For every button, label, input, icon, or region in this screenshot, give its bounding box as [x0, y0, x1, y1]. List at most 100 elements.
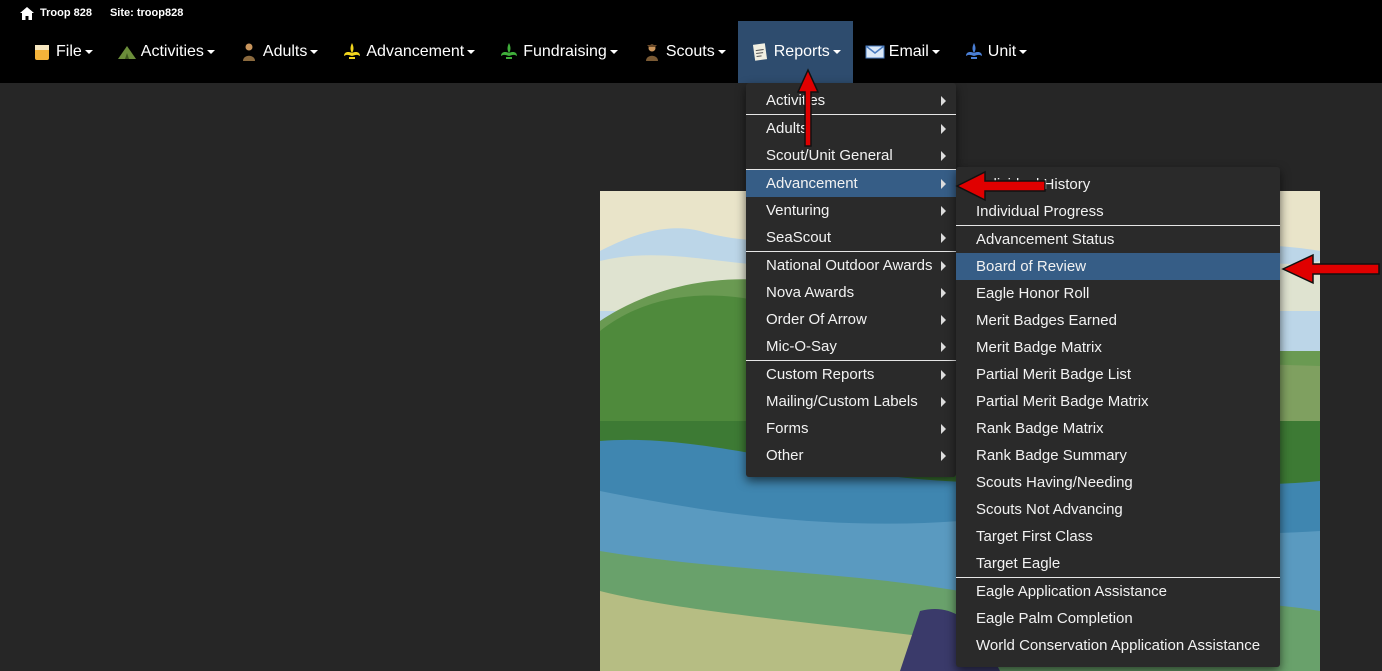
menu-item-mic-o-say[interactable]: Mic-O-Say: [746, 333, 956, 360]
menu-item-target-eagle[interactable]: Target Eagle: [956, 550, 1280, 577]
menu-item-seascout[interactable]: SeaScout: [746, 224, 956, 251]
caret-right-icon: [941, 151, 946, 161]
menu-item-rank-badge-matrix[interactable]: Rank Badge Matrix: [956, 415, 1280, 442]
menu-item-rank-badge-summary[interactable]: Rank Badge Summary: [956, 442, 1280, 469]
menu-item-national-outdoor-awards[interactable]: National Outdoor Awards: [746, 252, 956, 279]
menu-item-venturing[interactable]: Venturing: [746, 197, 956, 224]
site-line: Troop 828 Site: troop828: [20, 5, 183, 21]
caret-right-icon: [941, 424, 946, 434]
caret-right-icon: [941, 370, 946, 380]
menu-item-partial-merit-badge-matrix[interactable]: Partial Merit Badge Matrix: [956, 388, 1280, 415]
nav-label: Fundraising: [523, 43, 607, 60]
nav-label: Reports: [773, 43, 830, 60]
menu-item-scouts-having-needing[interactable]: Scouts Having/Needing: [956, 469, 1280, 496]
menu-item-label: Eagle Honor Roll: [976, 285, 1090, 302]
caret-right-icon: [941, 342, 946, 352]
menu-item-scout-unit-general[interactable]: Scout/Unit General: [746, 142, 956, 169]
menu-item-activities[interactable]: Activities: [746, 87, 956, 114]
menu-item-label: Mic-O-Say: [766, 338, 837, 355]
menu-item-label: Adults: [766, 120, 808, 137]
menu-item-label: Partial Merit Badge Matrix: [976, 393, 1149, 410]
caret-down-icon: [832, 50, 841, 54]
menu-item-label: Advancement Status: [976, 231, 1115, 248]
menu-item-label: Partial Merit Badge List: [976, 366, 1132, 383]
menu-item-scouts-not-advancing[interactable]: Scouts Not Advancing: [956, 496, 1280, 523]
caret-right-icon: [941, 206, 946, 216]
menu-item-advancement[interactable]: Advancement: [746, 170, 956, 197]
menu-item-label: Forms: [766, 420, 809, 437]
menu-item-merit-badges-earned[interactable]: Merit Badges Earned: [956, 307, 1280, 334]
caret-right-icon: [941, 315, 946, 325]
menu-item-board-of-review[interactable]: Board of Review: [956, 253, 1280, 280]
top-navbar: Troop 828 Site: troop828 File Activities A…: [0, 0, 1382, 83]
caret-right-icon: [941, 96, 946, 106]
caret-down-icon: [467, 50, 476, 54]
caret-down-icon: [206, 50, 215, 54]
menu-item-individual-progress[interactable]: Individual Progress: [956, 198, 1280, 225]
menu-item-nova-awards[interactable]: Nova Awards: [746, 279, 956, 306]
site-name: Site: troop828: [109, 7, 184, 19]
report-icon: [750, 42, 770, 62]
caret-down-icon: [310, 50, 319, 54]
caret-right-icon: [941, 124, 946, 134]
nav-email[interactable]: Email: [853, 21, 952, 83]
caret-down-icon: [931, 50, 940, 54]
nav-label: Adults: [262, 43, 308, 60]
menu-item-label: National Outdoor Awards: [766, 257, 933, 274]
menu-item-partial-merit-badge-list[interactable]: Partial Merit Badge List: [956, 361, 1280, 388]
menu-item-individual-history[interactable]: Individual History: [956, 171, 1280, 198]
menu-item-label: Eagle Palm Completion: [976, 610, 1133, 627]
menu-item-label: Individual History: [976, 176, 1091, 193]
nav-label: Scouts: [665, 43, 715, 60]
nav-label: Email: [888, 43, 929, 60]
caret-right-icon: [941, 179, 946, 189]
menu-item-eagle-application-assistance[interactable]: Eagle Application Assistance: [956, 578, 1280, 605]
menu-item-label: Merit Badges Earned: [976, 312, 1117, 329]
menu-item-label: Rank Badge Summary: [976, 447, 1127, 464]
nav-adults[interactable]: Adults: [227, 21, 330, 83]
nav-unit[interactable]: Unit: [952, 21, 1039, 83]
nav-file[interactable]: File: [20, 21, 105, 83]
menu-item-label: Custom Reports: [766, 366, 875, 383]
menu-item-eagle-palm-completion[interactable]: Eagle Palm Completion: [956, 605, 1280, 632]
home-icon[interactable]: [20, 6, 34, 20]
menu-item-forms[interactable]: Forms: [746, 415, 956, 442]
menu-item-label: Advancement: [766, 175, 858, 192]
tent-icon: [117, 42, 137, 62]
advancement-submenu: Individual History Individual Progress Adv…: [956, 167, 1280, 667]
menu-item-label: Venturing: [766, 202, 830, 219]
nav-activities[interactable]: Activities: [105, 21, 227, 83]
menu-item-label: Scout/Unit General: [766, 147, 893, 164]
nav-advancement[interactable]: Advancement: [330, 21, 487, 83]
caret-down-icon: [1019, 50, 1028, 54]
menu-item-other[interactable]: Other: [746, 442, 956, 469]
menu-item-label: Target First Class: [976, 528, 1093, 545]
envelope-icon: [865, 42, 885, 62]
menu-item-custom-reports[interactable]: Custom Reports: [746, 361, 956, 388]
menu-item-label: Activities: [766, 92, 826, 109]
caret-right-icon: [941, 397, 946, 407]
menu-item-advancement-status[interactable]: Advancement Status: [956, 226, 1280, 253]
menu-item-label: Merit Badge Matrix: [976, 339, 1102, 356]
menu-item-label: Mailing/Custom Labels: [766, 393, 918, 410]
menu-item-eagle-honor-roll[interactable]: Eagle Honor Roll: [956, 280, 1280, 307]
nav-fundraising[interactable]: Fundraising: [487, 21, 630, 83]
menu-item-merit-badge-matrix[interactable]: Merit Badge Matrix: [956, 334, 1280, 361]
menu-item-label: Rank Badge Matrix: [976, 420, 1104, 437]
unit-icon: [964, 42, 984, 62]
menu-item-world-conservation-application-assistance[interactable]: World Conservation Application Assistanc…: [956, 632, 1280, 659]
caret-down-icon: [609, 50, 618, 54]
menu-item-label: Eagle Application Assistance: [976, 583, 1167, 600]
menu-item-adults[interactable]: Adults: [746, 115, 956, 142]
menu-item-mailing-custom-labels[interactable]: Mailing/Custom Labels: [746, 388, 956, 415]
menu-item-order-of-arrow[interactable]: Order Of Arrow: [746, 306, 956, 333]
nav-scouts[interactable]: Scouts: [630, 21, 738, 83]
caret-right-icon: [941, 288, 946, 298]
menu-item-label: Target Eagle: [976, 555, 1061, 572]
nav-reports[interactable]: Reports: [737, 21, 853, 83]
fundraising-icon: [499, 42, 519, 62]
menu-item-target-first-class[interactable]: Target First Class: [956, 523, 1280, 550]
menu-item-label: Nova Awards: [766, 284, 855, 301]
menu-item-label: Scouts Having/Needing: [976, 474, 1133, 491]
nav-label: Activities: [140, 43, 204, 60]
